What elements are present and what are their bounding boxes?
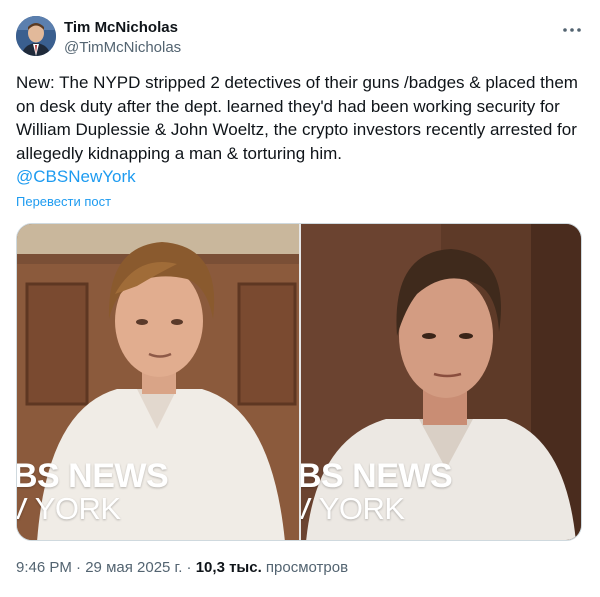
avatar[interactable] [16,16,56,56]
tweet-time[interactable]: 9:46 PM [16,559,72,576]
author-display-name[interactable]: Tim McNicholas [64,18,181,37]
tweet-header: Tim McNicholas @TimMcNicholas [16,12,584,62]
translate-post-link[interactable]: Перевести пост [16,194,111,209]
tweet-body: New: The NYPD stripped 2 detectives of t… [16,71,584,189]
more-options-button[interactable] [560,18,584,42]
tweet-meta: 9:46 PM · 29 мая 2025 г. · 10,3 тыс. про… [16,559,348,576]
cbs-watermark-line2-left: V YORK [17,491,121,526]
mention-link[interactable]: @CBSNewYork [16,167,136,186]
views-label: просмотров [265,559,349,576]
author-names: Tim McNicholas @TimMcNicholas [64,18,181,57]
views-count[interactable]: 10,3 тыс. [196,559,262,576]
author-handle[interactable]: @TimMcNicholas [64,38,181,57]
meta-separator: · [186,559,192,576]
media-grid: BS NEWS V YORK BS NEWS V YORK [16,223,582,541]
tweet-date[interactable]: 29 мая 2025 г. [85,559,182,576]
meta-separator: · [76,559,82,576]
photo-left[interactable]: BS NEWS V YORK [17,224,299,540]
more-horizontal-icon [563,28,581,32]
photo-right[interactable]: BS NEWS V YORK [301,224,581,540]
cbs-watermark-line2-right: V YORK [301,491,405,526]
tweet-text: New: The NYPD stripped 2 detectives of t… [16,73,583,163]
